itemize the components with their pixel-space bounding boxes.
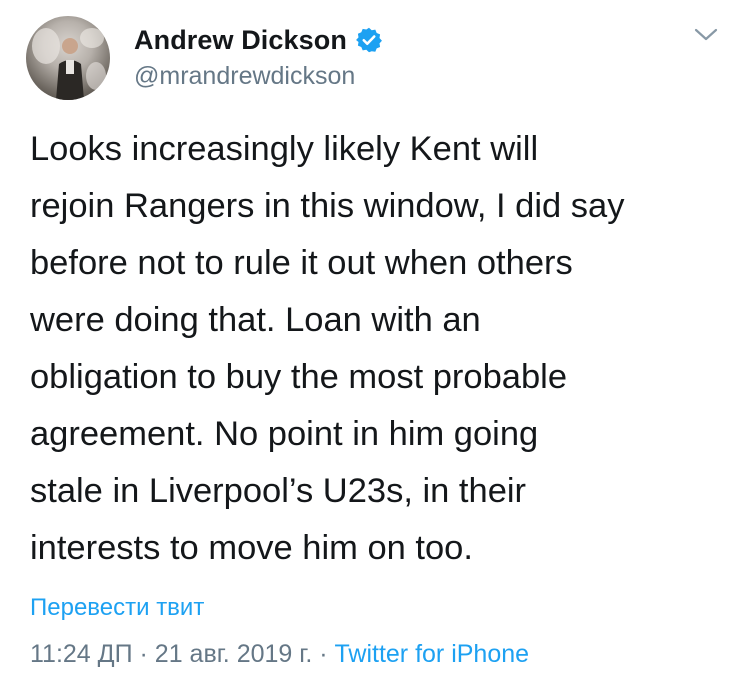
tweet-text-line: were doing that. Loan with an bbox=[30, 301, 481, 339]
verified-badge-icon bbox=[355, 26, 383, 54]
tweet-time[interactable]: 11:24 ДП bbox=[30, 640, 133, 668]
tweet-card: Andrew Dickson @mrandrewdickson Looks in… bbox=[0, 0, 750, 687]
tweet-text: Looks increasingly likely Kent will rejo… bbox=[30, 121, 730, 577]
tweet-meta: 11:24 ДП · 21 авг. 2019 г. · Twitter for… bbox=[30, 640, 529, 669]
tweet-text-line: interests to move him on too. bbox=[30, 529, 473, 567]
tweet-text-line: obligation to buy the most probable bbox=[30, 358, 568, 396]
author-display-name[interactable]: Andrew Dickson bbox=[134, 25, 347, 56]
tweet-text-line: agreement. No point in him going bbox=[30, 415, 539, 453]
tweet-date[interactable]: 21 авг. 2019 г. bbox=[155, 640, 312, 668]
tweet-text-line: before not to rule it out when others bbox=[30, 244, 573, 282]
meta-separator: · bbox=[319, 640, 328, 668]
chevron-down-icon[interactable] bbox=[692, 26, 720, 44]
tweet-text-line: stale in Liverpool’s U23s, in their bbox=[30, 472, 527, 510]
translate-tweet-link[interactable]: Перевести твит bbox=[30, 594, 204, 622]
meta-separator: · bbox=[139, 640, 148, 668]
author-handle[interactable]: @mrandrewdickson bbox=[134, 62, 355, 91]
avatar[interactable] bbox=[26, 16, 110, 100]
tweet-text-line: rejoin Rangers in this window, I did say bbox=[30, 187, 625, 225]
tweet-source-link[interactable]: Twitter for iPhone bbox=[335, 640, 530, 668]
author-name-row: Andrew Dickson bbox=[134, 22, 383, 58]
tweet-text-line: Looks increasingly likely Kent will bbox=[30, 130, 539, 168]
